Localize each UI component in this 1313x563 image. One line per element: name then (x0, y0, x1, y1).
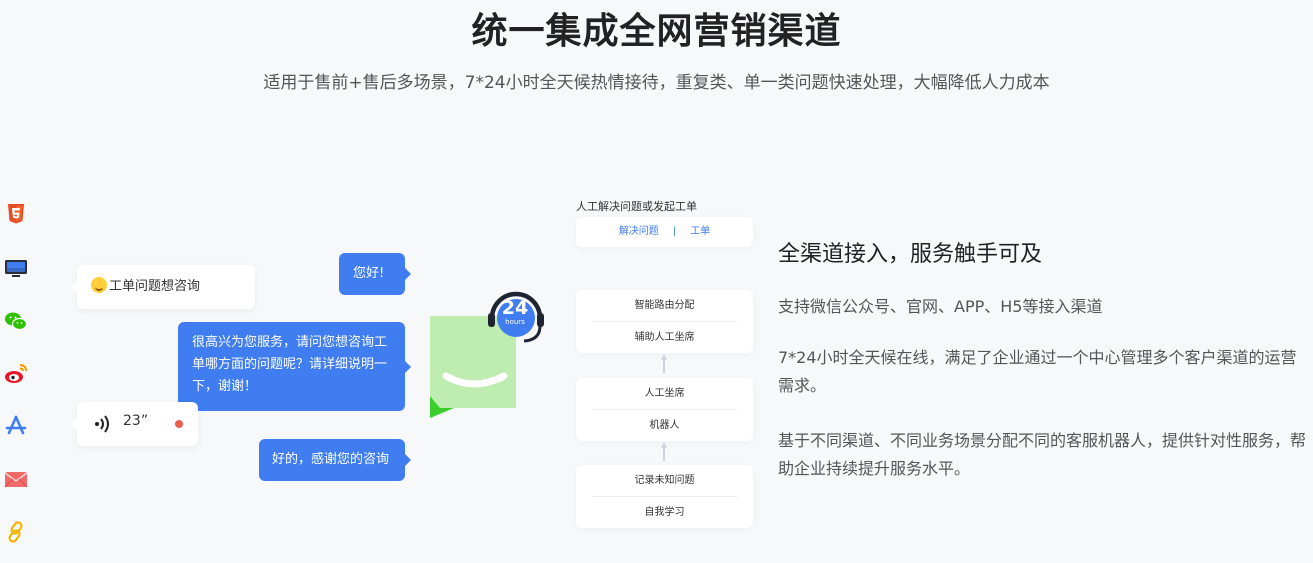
flow-box-seat: 人工坐席 机器人 (576, 378, 753, 441)
arrow-up-icon (661, 442, 667, 461)
voice-message[interactable]: 23” (71, 402, 198, 446)
chat-agent-greeting: 您好! (339, 253, 411, 295)
chat-agent-thanks-text: 好的，感谢您的咨询 (272, 452, 390, 467)
flow-item: 人工坐席 (644, 388, 685, 399)
chat-user-message: 工单问题想咨询 (71, 265, 255, 309)
flow-item: 记录未知问题 (634, 475, 695, 486)
page-title: 统一集成全网营销渠道 (471, 11, 842, 52)
feature-title: 全渠道接入，服务触手可及 (778, 242, 1043, 267)
badge-unit: hours (505, 318, 525, 326)
hours-24-badge: 24 hours (486, 288, 546, 348)
flow-box-learning: 记录未知问题 自我学习 (576, 465, 753, 528)
flow-item: 机器人 (649, 420, 680, 431)
flow-heading: 人工解决问题或发起工单 (576, 200, 697, 213)
chat-agent-reply: 很高兴为您服务，请问您想咨询工单哪方面的问题呢？请详细说明一下，谢谢！ (178, 322, 411, 411)
feature-desc-2: 7*24小时全天候在线，满足了企业通过一个中心管理多个客户渠道的运营需求。 (778, 348, 1297, 395)
page-subtitle: 适用于售前+售后多场景，7*24小时全天候热情接待，重复类、单一类问题快速处理，… (263, 73, 1050, 93)
voice-duration: 23” (123, 413, 149, 429)
feature-desc-1: 支持微信公众号、官网、APP、H5等接入渠道 (778, 297, 1103, 316)
chat-agent-reply-text: 很高兴为您服务，请问您想咨询工单哪方面的问题呢？请详细说明一下，谢谢！ (192, 335, 388, 394)
unread-dot (175, 420, 183, 428)
tab-resolve[interactable]: 解决问题 (619, 217, 659, 247)
flow-action-tabs: 解决问题 | 工单 (576, 217, 753, 247)
flow-box-routing: 智能路由分配 辅助人工坐席 (576, 290, 753, 353)
tab-divider: | (672, 226, 677, 237)
wechat-icon (2, 307, 30, 335)
link-icon (2, 518, 30, 546)
weibo-icon (2, 360, 30, 388)
chat-user-message-text: 工单问题想咨询 (109, 279, 201, 294)
app-store-icon (2, 412, 30, 440)
flow-item: 自我学习 (644, 507, 685, 518)
chat-agent-greeting-text: 您好! (353, 266, 385, 281)
feature-desc-3: 基于不同渠道、不同业务场景分配不同的客服机器人，提供针对性服务，帮助企业持续提升… (778, 431, 1307, 478)
mail-icon (2, 465, 30, 493)
html5-icon (2, 200, 30, 228)
flow-item: 辅助人工坐席 (634, 332, 695, 343)
flow-item: 智能路由分配 (634, 300, 695, 311)
chat-agent-thanks: 好的，感谢您的咨询 (259, 439, 411, 481)
monitor-icon (2, 254, 30, 282)
tab-ticket[interactable]: 工单 (690, 217, 710, 247)
smile-emoji-icon (91, 277, 107, 293)
voice-wave-icon (95, 415, 109, 433)
badge-number: 24 (501, 297, 529, 319)
arrow-up-icon (661, 354, 667, 373)
